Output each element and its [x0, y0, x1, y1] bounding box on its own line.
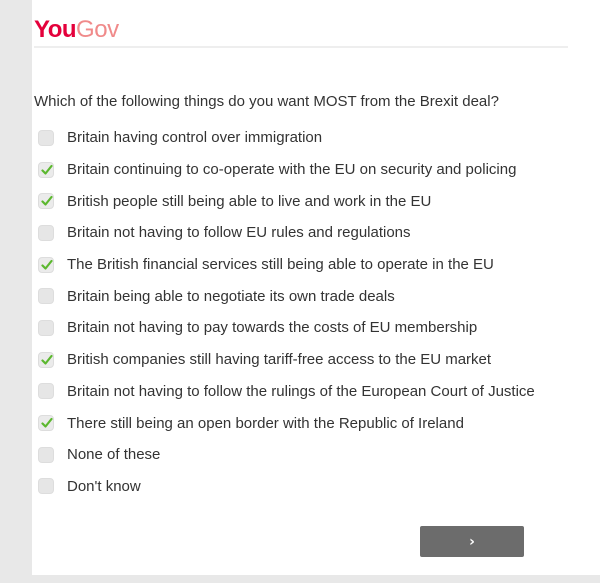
option-item[interactable]: Britain being able to negotiate its own …: [38, 280, 568, 312]
checkmark-icon: [41, 164, 53, 175]
question-text: Which of the following things do you wan…: [34, 93, 499, 110]
checkmark-icon: [41, 354, 53, 365]
option-label: British people still being able to live …: [67, 192, 432, 210]
checkbox-checked[interactable]: [38, 415, 54, 432]
checkbox-unchecked[interactable]: [38, 383, 54, 400]
option-item[interactable]: Don't know: [38, 471, 568, 503]
option-item[interactable]: Britain having control over immigration: [38, 122, 568, 154]
option-label: None of these: [67, 446, 161, 464]
checkbox-unchecked[interactable]: [38, 446, 54, 463]
option-label: Britain not having to follow EU rules an…: [67, 224, 411, 242]
next-button[interactable]: ›: [420, 526, 524, 557]
option-label: Britain having control over immigration: [67, 129, 323, 147]
option-item[interactable]: British people still being able to live …: [38, 185, 568, 217]
option-item[interactable]: Britain continuing to co-operate with th…: [38, 154, 568, 186]
header-divider: [34, 46, 568, 48]
checkbox-unchecked[interactable]: [38, 478, 54, 495]
checkbox-unchecked[interactable]: [38, 288, 54, 305]
logo-you-text: You: [34, 16, 77, 43]
option-label: Britain not having to follow the rulings…: [67, 382, 535, 400]
option-label: British companies still having tariff-fr…: [67, 351, 492, 369]
yougov-logo: YouGov: [34, 18, 119, 42]
page-bottom-border: [0, 575, 600, 583]
option-item[interactable]: British companies still having tariff-fr…: [38, 344, 568, 376]
option-label: There still being an open border with th…: [67, 414, 464, 432]
option-label: The British financial services still bei…: [67, 256, 494, 274]
checkbox-unchecked[interactable]: [38, 319, 54, 336]
checkbox-checked[interactable]: [38, 193, 54, 210]
options-list: Britain having control over immigration B…: [38, 122, 568, 502]
checkmark-icon: [41, 417, 53, 428]
checkmark-icon: [41, 259, 53, 270]
header: YouGov: [34, 12, 119, 48]
option-item[interactable]: The British financial services still bei…: [38, 249, 568, 281]
checkbox-unchecked[interactable]: [38, 224, 54, 241]
option-item[interactable]: None of these: [38, 439, 568, 471]
option-label: Don't know: [67, 477, 141, 495]
option-item[interactable]: Britain not having to follow EU rules an…: [38, 217, 568, 249]
checkbox-checked[interactable]: [38, 256, 54, 273]
option-label: Britain not having to pay towards the co…: [67, 319, 478, 337]
checkbox-checked[interactable]: [38, 161, 54, 178]
logo-gov-text: Gov: [76, 16, 119, 43]
checkbox-checked[interactable]: [38, 351, 54, 368]
checkbox-unchecked[interactable]: [38, 129, 54, 146]
option-label: Britain being able to negotiate its own …: [67, 287, 395, 305]
option-item[interactable]: Britain not having to pay towards the co…: [38, 312, 568, 344]
chevron-right-icon: ›: [469, 533, 475, 550]
checkmark-icon: [41, 196, 53, 206]
option-item[interactable]: There still being an open border with th…: [38, 407, 568, 439]
option-item[interactable]: Britain not having to follow the rulings…: [38, 376, 568, 408]
option-label: Britain continuing to co-operate with th…: [67, 161, 517, 179]
